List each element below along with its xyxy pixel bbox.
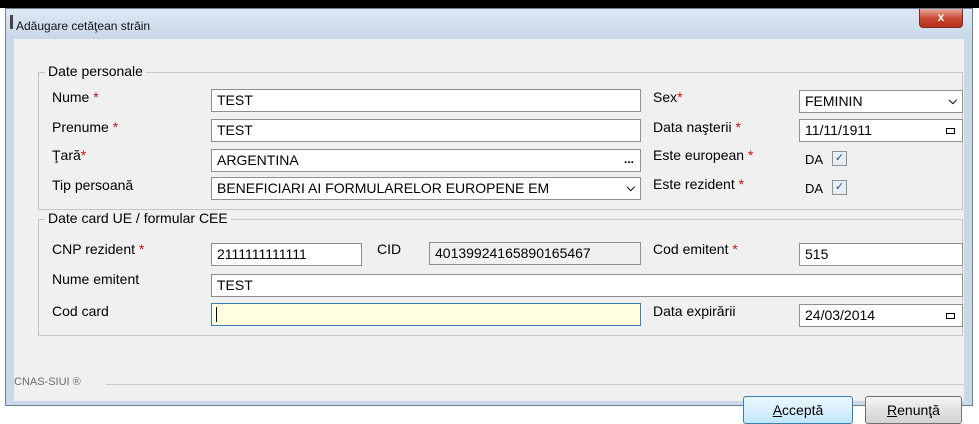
window-title: Adăugare cetăţean străin [16, 19, 151, 33]
cid-field: 40139924165890165467 [429, 242, 641, 265]
cnp-label: CNP rezident * [52, 241, 145, 257]
data-expirarii-value: 24/03/2014 [805, 307, 876, 323]
tara-value: ARGENTINA [217, 152, 299, 168]
window-icon [10, 15, 13, 29]
sex-value: FEMININ [805, 93, 863, 109]
tip-persoana-select[interactable]: BENEFICIARI AI FORMULARELOR EUROPENE EM … [211, 177, 641, 200]
sex-select[interactable]: FEMININ ⌵ [799, 90, 963, 113]
browse-button[interactable]: ... [624, 150, 634, 170]
nume-label: Nume * [52, 89, 99, 105]
data-nasterii-label: Data naşterii * [653, 119, 741, 135]
este-european-checkbox[interactable]: ✓ [832, 151, 847, 166]
prenume-field[interactable]: TEST [211, 119, 641, 142]
prenume-label: Prenume * [52, 119, 119, 135]
dialog-window: Adăugare cetăţean străin x Date personal… [5, 8, 973, 424]
calendar-icon[interactable] [946, 313, 955, 319]
tip-persoana-label: Tip persoană [52, 177, 134, 193]
personal-data-legend: Date personale [45, 63, 146, 79]
accept-button[interactable]: Acceptă [743, 396, 853, 424]
sex-label: Sex* [653, 89, 683, 105]
este-european-field[interactable]: DA ✓ [805, 149, 865, 171]
top-black-bar [0, 0, 979, 8]
close-button[interactable]: x [919, 9, 963, 28]
chevron-down-icon[interactable]: ⌵ [627, 178, 635, 199]
este-rezident-checkbox[interactable]: ✓ [832, 180, 847, 195]
footer-label: CNAS-SIUI ® [14, 376, 81, 388]
tara-field[interactable]: ARGENTINA ... [211, 149, 641, 172]
card-data-legend: Date card UE / formular CEE [45, 210, 231, 226]
data-nasterii-field[interactable]: 11/11/1911 [799, 119, 963, 142]
nume-field[interactable]: TEST [211, 89, 641, 112]
chevron-down-icon[interactable]: ⌵ [949, 91, 957, 112]
este-european-label: Este european * [653, 147, 754, 163]
data-nasterii-value: 11/11/1911 [805, 122, 872, 138]
tara-label: Ţară* [52, 147, 87, 163]
data-expirarii-label: Data expirării [653, 303, 736, 319]
text-cursor [216, 307, 217, 322]
data-expirarii-field[interactable]: 24/03/2014 [799, 304, 963, 327]
tip-persoana-value: BENEFICIARI AI FORMULARELOR EUROPENE EM [217, 180, 550, 196]
cod-emitent-field[interactable]: 515 [799, 243, 963, 266]
este-rezident-value: DA [805, 181, 824, 196]
cod-card-field[interactable] [211, 303, 641, 326]
footer-divider [106, 384, 964, 385]
close-icon: x [937, 10, 945, 24]
este-rezident-field[interactable]: DA ✓ [805, 178, 865, 200]
title-bar[interactable]: Adăugare cetăţean străin x [6, 9, 972, 39]
checkmark-icon: ✓ [834, 181, 845, 193]
este-european-value: DA [805, 152, 824, 167]
cod-card-label: Cod card [52, 303, 109, 319]
cancel-button[interactable]: Renunţă [865, 396, 962, 424]
calendar-icon[interactable] [946, 128, 955, 134]
cod-emitent-label: Cod emitent * [653, 241, 738, 257]
nume-emitent-label: Nume emitent [52, 271, 140, 287]
dialog-body: Date personale Nume * TEST Prenume * TES… [14, 39, 964, 424]
checkmark-icon: ✓ [834, 152, 845, 164]
este-rezident-label: Este rezident * [653, 176, 745, 192]
cid-label: CID [377, 241, 402, 257]
nume-emitent-field[interactable]: TEST [211, 274, 963, 297]
cnp-field[interactable]: 2111111111111 [211, 243, 362, 266]
